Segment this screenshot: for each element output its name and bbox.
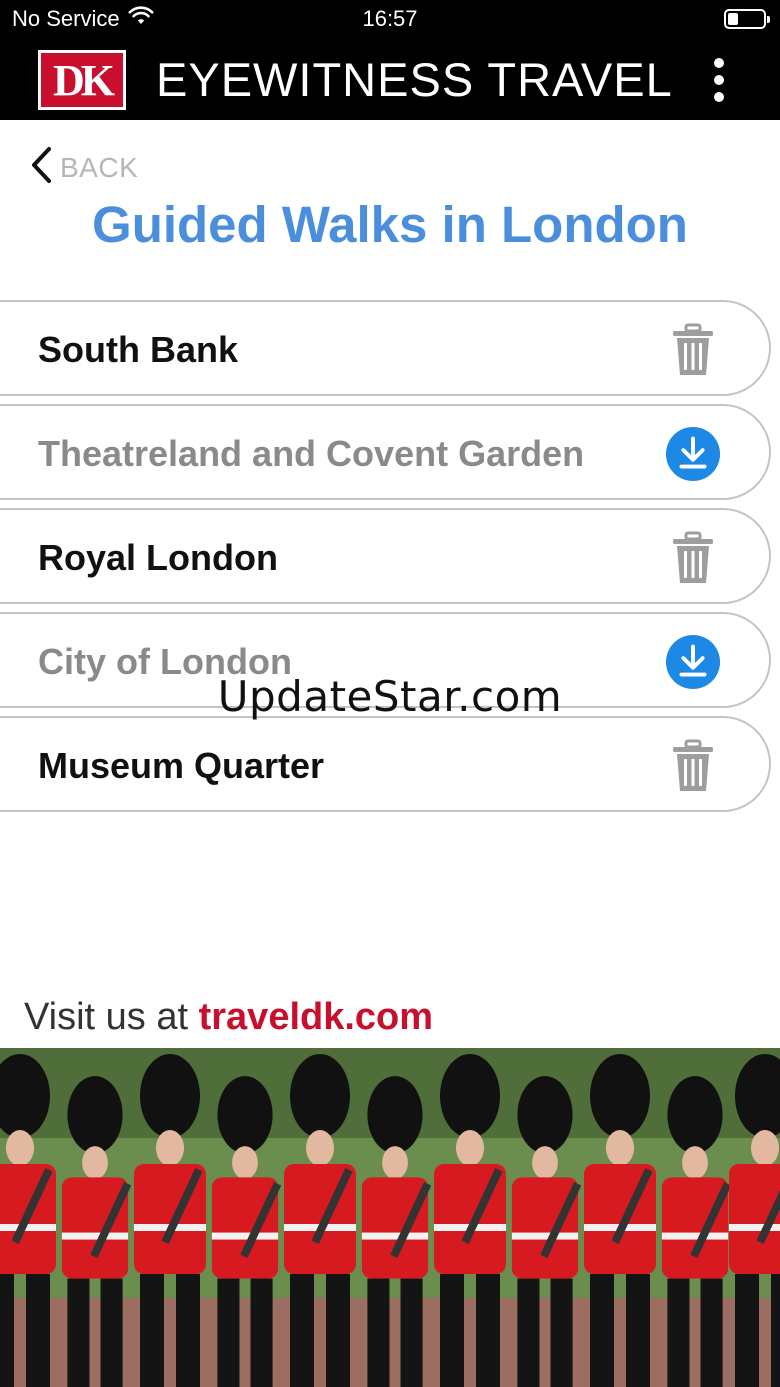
logo-text: DK <box>53 55 115 105</box>
walk-item-south-bank[interactable]: South Bank <box>0 300 771 396</box>
walk-item-city-of-london[interactable]: City of London <box>0 612 771 708</box>
visit-prefix: Visit us at <box>24 996 199 1038</box>
walk-name: Royal London <box>38 537 278 578</box>
visit-promo: Visit us at traveldk.com <box>24 996 433 1039</box>
walk-name: Theatreland and Covent Garden <box>38 433 585 474</box>
back-button[interactable]: BACK <box>30 146 138 189</box>
download-icon[interactable] <box>665 634 721 690</box>
page-title: Guided Walks in London <box>92 196 688 253</box>
walk-name: City of London <box>38 641 292 682</box>
app-header: No Service 16:57 DK EYEWITNESS TRAVEL <box>0 0 780 120</box>
status-time: 16:57 <box>362 6 418 31</box>
guards-illustration <box>0 1048 780 1387</box>
guards-photo <box>0 1048 780 1387</box>
trash-icon[interactable] <box>665 738 721 794</box>
dk-logo: DK <box>38 50 126 110</box>
back-label: BACK <box>60 151 139 183</box>
trash-icon[interactable] <box>665 322 721 378</box>
walk-item-theatreland[interactable]: Theatreland and Covent Garden <box>0 404 771 500</box>
chevron-left-icon <box>30 146 52 189</box>
walk-name: Museum Quarter <box>38 745 325 786</box>
walk-name: South Bank <box>38 329 239 370</box>
walk-item-royal-london[interactable]: Royal London <box>0 508 771 604</box>
app-title: EYEWITNESS TRAVEL <box>156 53 673 106</box>
download-icon[interactable] <box>665 426 721 482</box>
visit-link[interactable]: traveldk.com <box>199 996 433 1038</box>
trash-icon[interactable] <box>665 530 721 586</box>
more-menu-icon[interactable] <box>714 58 724 102</box>
battery-icon <box>724 9 770 29</box>
walk-item-museum-quarter[interactable]: Museum Quarter <box>0 716 771 812</box>
